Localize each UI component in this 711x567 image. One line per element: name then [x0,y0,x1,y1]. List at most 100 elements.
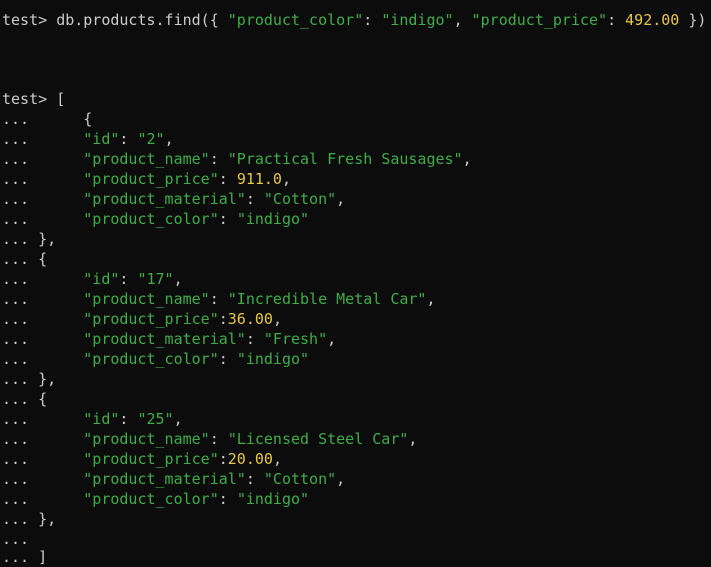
continuation-line: ... [2,529,29,549]
separator: : [218,310,228,328]
continuation-marker: ... [2,230,30,248]
field-key: "product_name" [83,430,210,448]
record-open-line: ... { [2,109,92,129]
separator: , [453,11,472,29]
field-key: "product_price" [83,310,219,328]
continuation-marker: ... [2,370,30,388]
field-line: ... "product_name": "Incredible Metal Ca… [2,290,436,308]
field-key: "product_price" [83,450,219,468]
field-line: ... "product_color": "indigo" [2,350,310,368]
field-key: "product_color" [83,490,219,508]
record-close: }, [38,510,57,528]
field-value: "indigo" [236,350,310,368]
continuation-marker: ... [2,270,30,288]
field-key: "product_name" [83,290,210,308]
terminal-window[interactable]: test> db.products.find({ "product_color"… [0,0,711,567]
command-call: db.products.find({ [56,11,228,29]
record-open-line: ... { [2,249,47,269]
field-line: ... "product_name": "Practical Fresh Sau… [2,150,472,168]
continuation-marker: ... [2,130,30,148]
field-key: "product_material" [83,330,246,348]
separator: : [218,450,228,468]
field-line: ... "product_material": "Cotton", [2,470,346,488]
field-line: ... "product_price":20.00, [2,450,282,468]
field-line: ... "id": "25", [2,410,183,428]
record-open: { [83,110,93,128]
record-open-line: ... { [2,389,47,409]
input-line: test> [ [2,89,65,109]
prompt: test> [2,90,57,108]
continuation-marker: ... [2,310,30,328]
field-value: "indigo" [236,490,310,508]
open-bracket: [ [56,90,66,108]
continuation-marker: ... [2,470,30,488]
field-value: "Licensed Steel Car" [227,430,409,448]
query-value: 492.00 [625,11,680,29]
close-bracket-line: ... ] [2,547,47,567]
field-key: "product_material" [83,190,246,208]
field-line: ... "product_price": 911.0, [2,170,291,188]
continuation-marker: ... [2,510,30,528]
record-close: }, [38,370,57,388]
query-value: "indigo" [381,11,454,29]
query-key: "product_price" [471,11,608,29]
continuation-marker: ... [2,170,30,188]
field-value: "25" [137,410,174,428]
field-value: "Fresh" [263,330,328,348]
query-key: "product_color" [227,11,364,29]
field-value: "2" [137,130,165,148]
close-bracket: ] [38,548,48,566]
field-key: "product_name" [83,150,210,168]
command-line: test> db.products.find({ "product_color"… [2,10,706,30]
separator: : [607,11,626,29]
field-value: "Practical Fresh Sausages" [227,150,463,168]
field-value: "Incredible Metal Car" [227,290,427,308]
continuation-marker: ... [2,150,30,168]
continuation-marker: ... [2,548,30,566]
field-line: ... "product_color": "indigo" [2,490,310,508]
record-close-line: ... }, [2,369,56,389]
record-close: }, [38,230,57,248]
field-value: 36.00 [227,310,273,328]
continuation-marker: ... [2,190,30,208]
record-open: { [38,390,48,408]
separator: : [363,11,382,29]
command-close: }) [679,11,707,29]
field-value: "17" [137,270,174,288]
continuation-marker: ... [2,290,30,308]
field-line: ... "product_price":36.00, [2,310,282,328]
continuation-marker: ... [2,210,30,228]
prompt: test> [2,11,57,29]
field-line: ... "product_material": "Fresh", [2,330,337,348]
field-key: "id" [83,130,120,148]
continuation-marker: ... [2,430,30,448]
field-value: "Cotton" [263,470,337,488]
field-line: ... "id": "2", [2,130,174,148]
continuation-marker: ... [2,390,30,408]
record-close-line: ... }, [2,229,56,249]
continuation-marker: ... [2,250,30,268]
record-open: { [38,250,48,268]
continuation-marker: ... [2,410,30,428]
field-key: "id" [83,410,120,428]
continuation-marker: ... [2,450,30,468]
field-key: "product_material" [83,470,246,488]
continuation-marker: ... [2,490,30,508]
separator: : [218,170,237,188]
field-key: "id" [83,270,120,288]
continuation-marker: ... [2,350,30,368]
field-line: ... "product_color": "indigo" [2,210,310,228]
field-line: ... "product_material": "Cotton", [2,190,346,208]
field-value: 20.00 [227,450,273,468]
field-key: "product_color" [83,210,219,228]
field-value: 911.0 [236,170,282,188]
field-line: ... "id": "17", [2,270,183,288]
continuation-marker: ... [2,110,30,128]
continuation-marker: ... [2,330,30,348]
field-value: "indigo" [236,210,310,228]
field-key: "product_color" [83,350,219,368]
record-close-line: ... }, [2,509,56,529]
field-value: "Cotton" [263,190,337,208]
field-line: ... "product_name": "Licensed Steel Car"… [2,430,418,448]
field-key: "product_price" [83,170,219,188]
